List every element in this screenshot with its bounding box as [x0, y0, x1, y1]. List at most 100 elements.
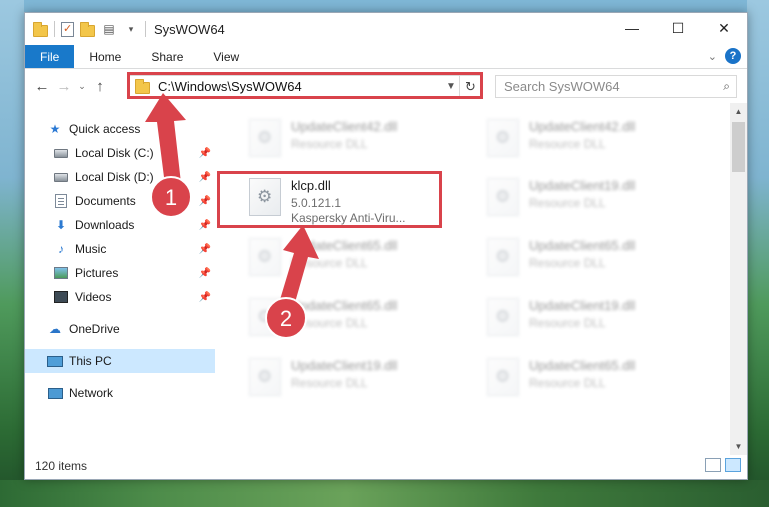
maximize-button[interactable]: ☐ [655, 13, 701, 43]
pin-icon[interactable]: 📌 [199, 196, 211, 207]
properties-icon[interactable] [61, 21, 74, 37]
file-list: UpdateClient42.dll Resource DLL UpdateCli… [215, 103, 747, 455]
pin-icon[interactable]: 📌 [199, 172, 211, 183]
sidebar-item-label: Pictures [75, 266, 119, 280]
search-icon[interactable]: ⌕ [723, 79, 730, 94]
file-description: Resource DLL [291, 376, 368, 390]
file-description: Resource DLL [291, 316, 368, 330]
sidebar-item-documents[interactable]: Documents 📌 [25, 189, 215, 213]
videos-icon [54, 291, 68, 303]
dll-file-icon [487, 178, 519, 216]
file-tile[interactable]: UpdateClient65.dll Resource DLL [479, 352, 703, 404]
sidebar-item-music[interactable]: ♪ Music 📌 [25, 237, 215, 261]
sidebar-item-videos[interactable]: Videos 📌 [25, 285, 215, 309]
file-name: klcp.dll [291, 178, 331, 193]
desktop-background-bottom [0, 480, 769, 507]
back-button[interactable]: ← [31, 78, 53, 95]
file-explorer-window: ▤ ▾ SysWOW64 — ☐ ✕ File Home Share View … [24, 12, 748, 480]
dll-file-icon [487, 119, 519, 157]
help-icon[interactable]: ? [725, 48, 741, 64]
expand-ribbon-chevron-icon[interactable]: ⌄ [708, 50, 717, 63]
recent-locations-button[interactable]: ⌄ [75, 81, 89, 92]
scroll-up-icon[interactable]: ▲ [730, 103, 747, 120]
search-input[interactable]: Search SysWOW64 ⌕ [495, 75, 737, 98]
tab-file[interactable]: File [25, 45, 75, 68]
sidebar-item-label: Local Disk (D:) [75, 170, 154, 184]
file-tile[interactable]: UpdateClient19.dll Resource DLL [241, 352, 465, 404]
item-count: 120 items [35, 459, 88, 473]
sidebar-item-this-pc[interactable]: This PC [25, 349, 215, 373]
file-tile[interactable]: UpdateClient65.dll Resource DLL [241, 292, 465, 344]
sidebar-item-label: Local Disk (C:) [75, 146, 154, 160]
dll-file-icon [487, 298, 519, 336]
sidebar-item-pictures[interactable]: Pictures 📌 [25, 261, 215, 285]
tab-home[interactable]: Home [74, 45, 136, 68]
sidebar-item-network[interactable]: Network [25, 381, 215, 405]
file-tile[interactable]: UpdateClient65.dll Resource DLL [479, 232, 703, 284]
ribbon-right-controls: ⌄ ? [708, 48, 741, 64]
address-row: ← → ⌄ ↑ C:\Windows\SysWOW64 ▼ ↻ Search S… [25, 69, 747, 103]
sidebar-item-downloads[interactable]: ⬇ Downloads 📌 [25, 213, 215, 237]
window-title: SysWOW64 [154, 21, 225, 37]
tab-share[interactable]: Share [136, 45, 198, 68]
close-button[interactable]: ✕ [701, 13, 747, 43]
search-placeholder: Search SysWOW64 [504, 79, 620, 94]
file-description: Resource DLL [529, 316, 606, 330]
file-tile[interactable]: UpdateClient65.dll Resource DLL [241, 232, 465, 284]
customize-toolbar-chevron-icon[interactable]: ▾ [123, 21, 139, 37]
drive-icon [54, 172, 68, 182]
sidebar-item-label: Quick access [69, 122, 141, 136]
file-tile[interactable]: UpdateClient42.dll Resource DLL [241, 113, 465, 165]
file-name: UpdateClient19.dll [291, 358, 398, 373]
sidebar-item-label: Downloads [75, 218, 135, 232]
large-icons-view-icon[interactable] [725, 458, 741, 472]
new-folder-icon[interactable] [80, 21, 95, 37]
file-tile[interactable]: UpdateClient19.dll Resource DLL [479, 292, 703, 344]
file-name: UpdateClient42.dll [529, 119, 636, 134]
file-name: UpdateClient19.dll [529, 178, 636, 193]
sidebar-item-quick-access[interactable]: ★ Quick access [25, 117, 215, 141]
file-version: 5.0.121.1 [291, 196, 342, 210]
sidebar-item-local-disk-c[interactable]: Local Disk (C:) 📌 [25, 141, 215, 165]
sidebar-item-label: OneDrive [69, 322, 120, 336]
customize-view-icon[interactable]: ▤ [101, 21, 117, 37]
file-description: Resource DLL [529, 256, 606, 270]
dll-file-icon [249, 358, 281, 396]
desktop-background-right [747, 0, 769, 507]
vertical-scrollbar[interactable]: ▲ ▼ [730, 103, 747, 455]
file-tile-klcp-dll[interactable]: klcp.dll 5.0.121.1 Kaspersky Anti-Viru..… [241, 172, 465, 225]
view-toggle [705, 458, 741, 472]
drive-icon [54, 148, 68, 158]
tab-view[interactable]: View [198, 45, 254, 68]
scroll-thumb[interactable] [732, 122, 745, 172]
pin-icon[interactable]: 📌 [199, 268, 211, 279]
pictures-icon [54, 267, 68, 279]
quick-access-toolbar: ▤ ▾ [25, 13, 146, 45]
sidebar-item-label: This PC [69, 354, 112, 368]
file-tile[interactable]: UpdateClient19.dll Resource DLL [479, 172, 703, 224]
details-view-icon[interactable] [705, 458, 721, 472]
pin-icon[interactable]: 📌 [199, 220, 211, 231]
pin-icon[interactable]: 📌 [199, 148, 211, 159]
address-path[interactable]: C:\Windows\SysWOW64 [158, 79, 443, 94]
content-area: ★ Quick access Local Disk (C:) 📌 Local D… [25, 103, 747, 455]
pin-icon[interactable]: 📌 [199, 244, 211, 255]
dll-file-icon [249, 238, 281, 276]
file-name: UpdateClient65.dll [291, 298, 398, 313]
forward-button[interactable]: → [53, 78, 75, 95]
file-description: Resource DLL [529, 137, 606, 151]
address-dropdown-icon[interactable]: ▼ [443, 81, 459, 92]
address-bar[interactable]: C:\Windows\SysWOW64 ▼ ↻ [128, 75, 482, 98]
sidebar-item-onedrive[interactable]: ☁ OneDrive [25, 317, 215, 341]
folder-icon [33, 21, 48, 37]
file-description: Resource DLL [291, 137, 368, 151]
refresh-icon[interactable]: ↻ [459, 76, 481, 97]
minimize-button[interactable]: — [609, 13, 655, 43]
sidebar-item-label: Documents [75, 194, 136, 208]
file-tile[interactable]: UpdateClient42.dll Resource DLL [479, 113, 703, 165]
pin-icon[interactable]: 📌 [199, 292, 211, 303]
up-button[interactable]: ↑ [89, 78, 111, 95]
this-pc-icon [47, 355, 63, 367]
sidebar-item-local-disk-d[interactable]: Local Disk (D:) 📌 [25, 165, 215, 189]
desktop-background-left [0, 0, 24, 507]
